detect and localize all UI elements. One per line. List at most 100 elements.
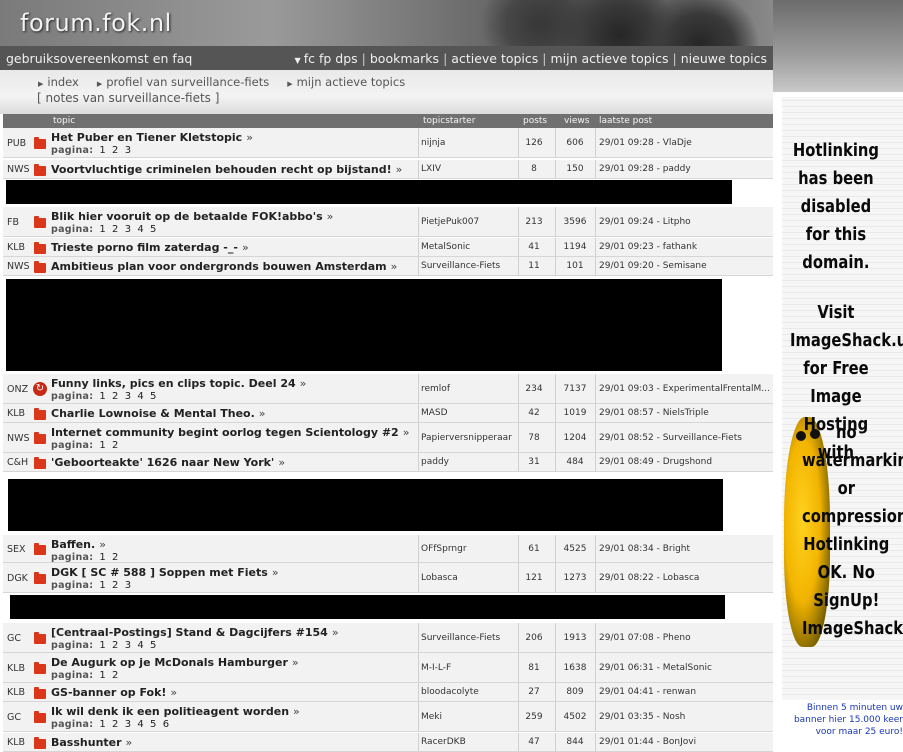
topic-title-link[interactable]: Blik hier vooruit op de betaalde FOK!abb… (51, 210, 333, 223)
topic-starter[interactable]: LXIV (421, 164, 441, 174)
page-link[interactable]: 1 (99, 145, 106, 156)
page-link[interactable]: 1 (99, 552, 106, 563)
topic-starter[interactable]: RacerDKB (421, 737, 466, 747)
topic-title-link[interactable]: Ambitieus plan voor ondergronds bouwen A… (51, 260, 397, 273)
topic-starter[interactable]: MetalSonic (421, 242, 470, 252)
page-link[interactable]: 2 (112, 640, 119, 651)
last-post[interactable]: 29/01 03:35 - Nosh (599, 712, 769, 722)
topic-title-link[interactable]: 'Geboorteakte' 1626 naar New York'» (51, 456, 285, 469)
double-arrow-icon[interactable]: » (391, 260, 398, 273)
double-arrow-icon[interactable]: » (246, 131, 253, 144)
topic-title-link[interactable]: Trieste porno film zaterdag -_-» (51, 241, 249, 254)
double-arrow-icon[interactable]: » (259, 407, 266, 420)
topic-starter[interactable]: M-I-L-F (421, 663, 451, 673)
advertisement-banner[interactable]: Hotlinking has been disabled for this do… (782, 97, 903, 700)
page-link[interactable]: 2 (112, 391, 119, 402)
topic-title-link[interactable]: [Centraal-Postings] Stand & Dagcijfers #… (51, 626, 339, 639)
topic-starter[interactable]: OFfSprngr (421, 544, 467, 554)
topic-starter[interactable]: remlof (421, 384, 450, 394)
page-link[interactable]: 2 (112, 580, 119, 591)
page-link[interactable]: 1 (99, 224, 106, 235)
last-post[interactable]: 29/01 01:44 - BonJovi (599, 737, 769, 747)
topic-starter[interactable]: PietjePuk007 (421, 217, 479, 227)
page-link[interactable]: 5 (150, 224, 157, 235)
page-link[interactable]: 1 (99, 391, 106, 402)
topic-title-link[interactable]: De Augurk op je McDonals Hamburger» (51, 656, 299, 669)
double-arrow-icon[interactable]: » (327, 210, 334, 223)
double-arrow-icon[interactable]: » (99, 538, 106, 551)
page-link[interactable]: 1 (99, 670, 106, 681)
topic-title-link[interactable]: Baffen.» (51, 538, 106, 551)
page-link[interactable]: 5 (150, 719, 157, 730)
last-post[interactable]: 29/01 08:57 - NielsTriple (599, 408, 769, 418)
page-link[interactable]: 2 (112, 224, 119, 235)
double-arrow-icon[interactable]: » (403, 426, 410, 439)
last-post[interactable]: 29/01 09:20 - Semisane (599, 261, 769, 271)
page-link[interactable]: 3 (125, 145, 132, 156)
double-arrow-icon[interactable]: » (278, 456, 285, 469)
site-logo[interactable]: forum.fok.nl (20, 9, 172, 37)
topic-starter[interactable]: nijnja (421, 138, 445, 148)
page-link[interactable]: 5 (150, 391, 157, 402)
breadcrumb-item-index[interactable]: ▶ index (38, 75, 79, 89)
page-link[interactable]: 3 (125, 580, 132, 591)
double-arrow-icon[interactable]: » (292, 656, 299, 669)
nav-link-active-topics[interactable]: actieve topics (451, 51, 538, 66)
page-link[interactable]: 3 (125, 391, 132, 402)
page-link[interactable]: 4 (137, 391, 144, 402)
double-arrow-icon[interactable]: » (300, 377, 307, 390)
page-link[interactable]: 1 (99, 719, 106, 730)
page-link[interactable]: 2 (112, 145, 119, 156)
nav-link-bookmarks[interactable]: bookmarks (370, 51, 439, 66)
double-arrow-icon[interactable]: » (242, 241, 249, 254)
page-link[interactable]: 2 (112, 670, 119, 681)
double-arrow-icon[interactable]: » (272, 566, 279, 579)
page-link[interactable]: 3 (125, 719, 132, 730)
page-link[interactable]: 2 (112, 552, 119, 563)
double-arrow-icon[interactable]: » (396, 163, 403, 176)
page-link[interactable]: 3 (125, 224, 132, 235)
page-link[interactable]: 6 (163, 719, 170, 730)
last-post[interactable]: 29/01 09:23 - fathank (599, 242, 769, 252)
breadcrumb-item-my-topics[interactable]: ▶ mijn actieve topics (287, 75, 405, 89)
topic-title-link[interactable]: Ik wil denk ik een politieagent worden» (51, 705, 300, 718)
last-post[interactable]: 29/01 04:41 - renwan (599, 687, 769, 697)
topic-title-link[interactable]: DGK [ SC # 588 ] Soppen met Fiets» (51, 566, 279, 579)
last-post[interactable]: 29/01 08:22 - Lobasca (599, 573, 769, 583)
page-link[interactable]: 1 (99, 580, 106, 591)
notes-link[interactable]: [ notes van surveillance-fiets ] (37, 91, 219, 105)
page-link[interactable]: 4 (137, 640, 144, 651)
last-post[interactable]: 29/01 09:28 - VlaDje (599, 138, 769, 148)
page-link[interactable]: 2 (112, 440, 119, 451)
nav-link-my-active-topics[interactable]: mijn actieve topics (551, 51, 669, 66)
nav-link-new-topics[interactable]: nieuwe topics (681, 51, 767, 66)
topic-title-link[interactable]: GS-banner op Fok!» (51, 686, 177, 699)
last-post[interactable]: 29/01 06:31 - MetalSonic (599, 663, 769, 673)
last-post[interactable]: 29/01 09:03 - ExperimentalFrentalM... (599, 384, 769, 394)
page-link[interactable]: 2 (112, 719, 119, 730)
topic-starter[interactable]: Papierversnipperaar (421, 433, 512, 443)
page-link[interactable]: 5 (150, 640, 157, 651)
topic-starter[interactable]: paddy (421, 457, 449, 467)
double-arrow-icon[interactable]: » (126, 736, 133, 749)
topic-title-link[interactable]: Funny links, pics en clips topic. Deel 2… (51, 377, 306, 390)
page-link[interactable]: 3 (125, 640, 132, 651)
page-link[interactable]: 4 (137, 224, 144, 235)
topic-starter[interactable]: Lobasca (421, 573, 458, 583)
last-post[interactable]: 29/01 08:34 - Bright (599, 544, 769, 554)
topic-title-link[interactable]: Basshunter» (51, 736, 132, 749)
topic-title-link[interactable]: Voortvluchtige criminelen behouden recht… (51, 163, 402, 176)
last-post[interactable]: 29/01 09:24 - Litpho (599, 217, 769, 227)
topic-title-link[interactable]: Het Puber en Tiener Kletstopic» (51, 131, 253, 144)
double-arrow-icon[interactable]: » (170, 686, 177, 699)
topic-title-link[interactable]: Internet community begint oorlog tegen S… (51, 426, 409, 439)
topic-title-link[interactable]: Charlie Lownoise & Mental Theo.» (51, 407, 266, 420)
page-link[interactable]: 1 (99, 640, 106, 651)
nav-link-fc[interactable]: fc fp dps (304, 51, 358, 66)
breadcrumb-item-profile[interactable]: ▶ profiel van surveillance-fiets (97, 75, 269, 89)
topic-starter[interactable]: MASD (421, 408, 448, 418)
page-link[interactable]: 1 (99, 440, 106, 451)
nav-terms-link[interactable]: gebruiksovereenkomst en faq (6, 51, 192, 66)
topic-starter[interactable]: Surveillance-Fiets (421, 633, 500, 643)
last-post[interactable]: 29/01 09:28 - paddy (599, 164, 769, 174)
